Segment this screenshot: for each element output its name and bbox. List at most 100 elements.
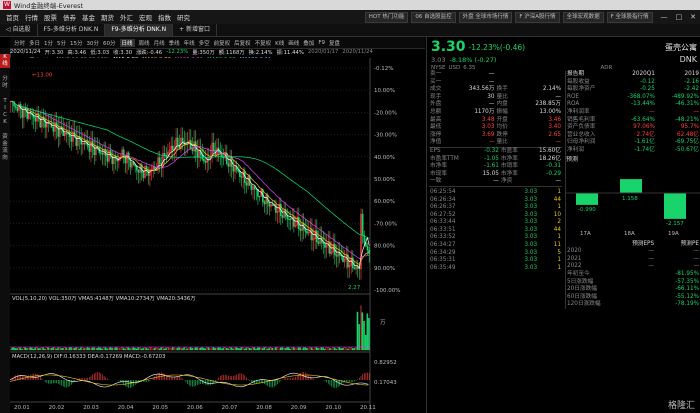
toolbar-18[interactable]: 叠加	[303, 39, 314, 47]
finance-row: ROE -368.07% -489.92%	[566, 94, 700, 102]
forecast-year: 19A	[668, 231, 679, 237]
menu-item[interactable]: 股票	[44, 12, 57, 22]
window-controls: — □ ✕	[657, 13, 700, 21]
finance-cell: 97.06%	[633, 124, 655, 131]
toolbar-0[interactable]: 分时	[14, 39, 25, 47]
menu-item[interactable]: 指数	[158, 12, 171, 22]
menu-item[interactable]: 研究	[177, 12, 190, 22]
watermark: 格隆汇	[667, 401, 695, 411]
toolbar-12[interactable]: 多空	[199, 39, 210, 47]
menu-item[interactable]: 期货	[101, 12, 114, 22]
toolbar-19[interactable]: F9	[318, 40, 325, 46]
chart-info-item: -12.23%	[166, 49, 189, 55]
toolbar-15[interactable]: 不复权	[255, 39, 272, 47]
finance-cell: 净利润率	[567, 108, 590, 115]
toolbar-16[interactable]: K线	[275, 39, 284, 47]
toolbar-13[interactable]: 前复权	[214, 39, 231, 47]
hot-item[interactable]: F 全球股指行情	[606, 11, 653, 23]
chart-info-item: 收:3.30	[113, 50, 133, 56]
left-tab-char[interactable]: 时	[0, 83, 10, 90]
stats-row: 120日涨跌幅 -78.19%	[566, 301, 700, 309]
toolbar-4[interactable]: 15分	[70, 39, 83, 47]
menu-item[interactable]: 宏观	[139, 12, 152, 22]
toolbar-3[interactable]: 5分	[57, 39, 66, 47]
minimize-icon[interactable]: —	[661, 13, 668, 21]
forecast-cell: 2022	[567, 263, 582, 270]
hot-item[interactable]: 外盘 全球市场行情	[458, 11, 513, 23]
x-axis-tick: 20.05	[152, 405, 168, 411]
left-tab-char[interactable]: C	[0, 112, 10, 119]
left-tab-char[interactable]: 金	[0, 141, 10, 148]
hot-item[interactable]: F 沪深A股行情	[515, 11, 560, 23]
adr-label: ADR	[600, 64, 613, 71]
left-tab-char[interactable]: T	[0, 98, 10, 105]
toolbar-1[interactable]: 多日	[29, 39, 40, 47]
left-tab-char[interactable]: 线	[0, 61, 10, 68]
finance-row: 净利润 -1.74亿 -50.67亿	[566, 147, 700, 155]
table-cell: 成交	[430, 86, 442, 93]
stats-cell: 5日涨跌幅	[567, 278, 594, 285]
macd-label: MACD(12,26,9) DIF:0.16333 DEA:0.17269 MA…	[12, 354, 165, 360]
tab-new-window[interactable]: + 新增窗口	[173, 24, 218, 36]
left-tab-char[interactable]: 分	[0, 76, 10, 83]
table-row: 市现率 15.05 市净率 -0.29	[429, 171, 562, 179]
forecast-cell: —	[648, 255, 655, 262]
high-marker: ←13.00	[32, 73, 53, 79]
finance-row: 每股净资产 -0.25 -2.42	[566, 86, 700, 94]
hot-item[interactable]: HOT 热门功能	[364, 11, 409, 23]
table-cell: 06:35:31	[430, 257, 456, 264]
menu-item[interactable]: 基金	[82, 12, 95, 22]
toolbar-7[interactable]: 日线	[119, 38, 135, 47]
prev-close: 6.35	[463, 64, 476, 71]
maximize-icon[interactable]: □	[676, 13, 683, 21]
tab-watchlist[interactable]: ◁ 自选股	[0, 24, 38, 36]
price-axis-tick: -70.00%	[374, 221, 397, 227]
toolbar-14[interactable]: 后复权	[234, 39, 251, 47]
toolbar-9[interactable]: 月线	[154, 39, 165, 47]
kline-chart[interactable]: -0.12% 10.00% -20.00% -30.00% 40.00% 50.00% 60…	[10, 58, 425, 413]
toolbar-8[interactable]: 周线	[139, 39, 150, 47]
menu-item[interactable]: 债券	[63, 12, 76, 22]
menu-item[interactable]: 外汇	[120, 12, 133, 22]
left-tab-char[interactable]: 向	[0, 155, 10, 162]
forecast-row: 2022 — —	[566, 263, 700, 271]
left-tab-char[interactable]: 流	[0, 148, 10, 155]
x-axis-tick: 20.09	[291, 405, 307, 411]
price-axis-tick: 80.00%	[374, 244, 395, 250]
table-cell: 13.00%	[539, 108, 561, 115]
forecast-cell: —	[693, 248, 699, 255]
stats-row: 20日涨跌幅 -66.11%	[566, 286, 700, 294]
toolbar-2[interactable]: 1分	[44, 39, 53, 47]
forecast-table: 预测EPS 预测PE 2020— —2021— —2022— —	[566, 241, 700, 271]
left-tab-char[interactable]: I	[0, 105, 10, 112]
table-cell: 15.05	[482, 170, 499, 177]
tab-f9[interactable]: F9-多维分析 DNK.N	[105, 24, 174, 36]
hot-item[interactable]: 全球宏观数据	[562, 11, 604, 23]
toolbar-5[interactable]: 30分	[87, 39, 100, 47]
table-row: 06:25:54 3.03 1	[429, 189, 562, 197]
afterhours-price: 3.03	[431, 55, 446, 64]
toolbar-6[interactable]: 60分	[103, 39, 116, 47]
x-axis-tick: 20.10	[325, 405, 341, 411]
left-tab-char[interactable]: K	[0, 119, 10, 126]
hot-item[interactable]: 06 自选股监控	[411, 11, 456, 23]
left-tab-char[interactable]: K	[0, 54, 10, 61]
price-axis-tick: -20.00%	[374, 110, 397, 116]
menu-item[interactable]: 首页	[6, 12, 19, 22]
finance-cell: -2.42	[684, 86, 699, 93]
table-row: 06:26:34 3.03 44	[429, 197, 562, 205]
menu-item[interactable]: 行情	[25, 12, 38, 22]
toolbar-17[interactable]: 画线	[288, 39, 299, 47]
toolbar-11[interactable]: 年线	[184, 39, 195, 47]
table-cell: 06:26:37	[430, 204, 456, 211]
tab-f5[interactable]: F5-多维分析 DNK.N	[38, 24, 106, 36]
left-tab-char[interactable]: 资	[0, 134, 10, 141]
forecast-year: 18A	[624, 231, 635, 237]
finance-cell: -489.92%	[671, 93, 699, 100]
close-icon[interactable]: ✕	[690, 13, 696, 21]
table-cell: EPS	[430, 147, 441, 154]
table-cell: 3.03	[524, 219, 538, 226]
table-cell: —	[493, 178, 499, 185]
toolbar-20[interactable]: 复盘	[329, 39, 340, 47]
toolbar-10[interactable]: 季线	[169, 39, 180, 47]
